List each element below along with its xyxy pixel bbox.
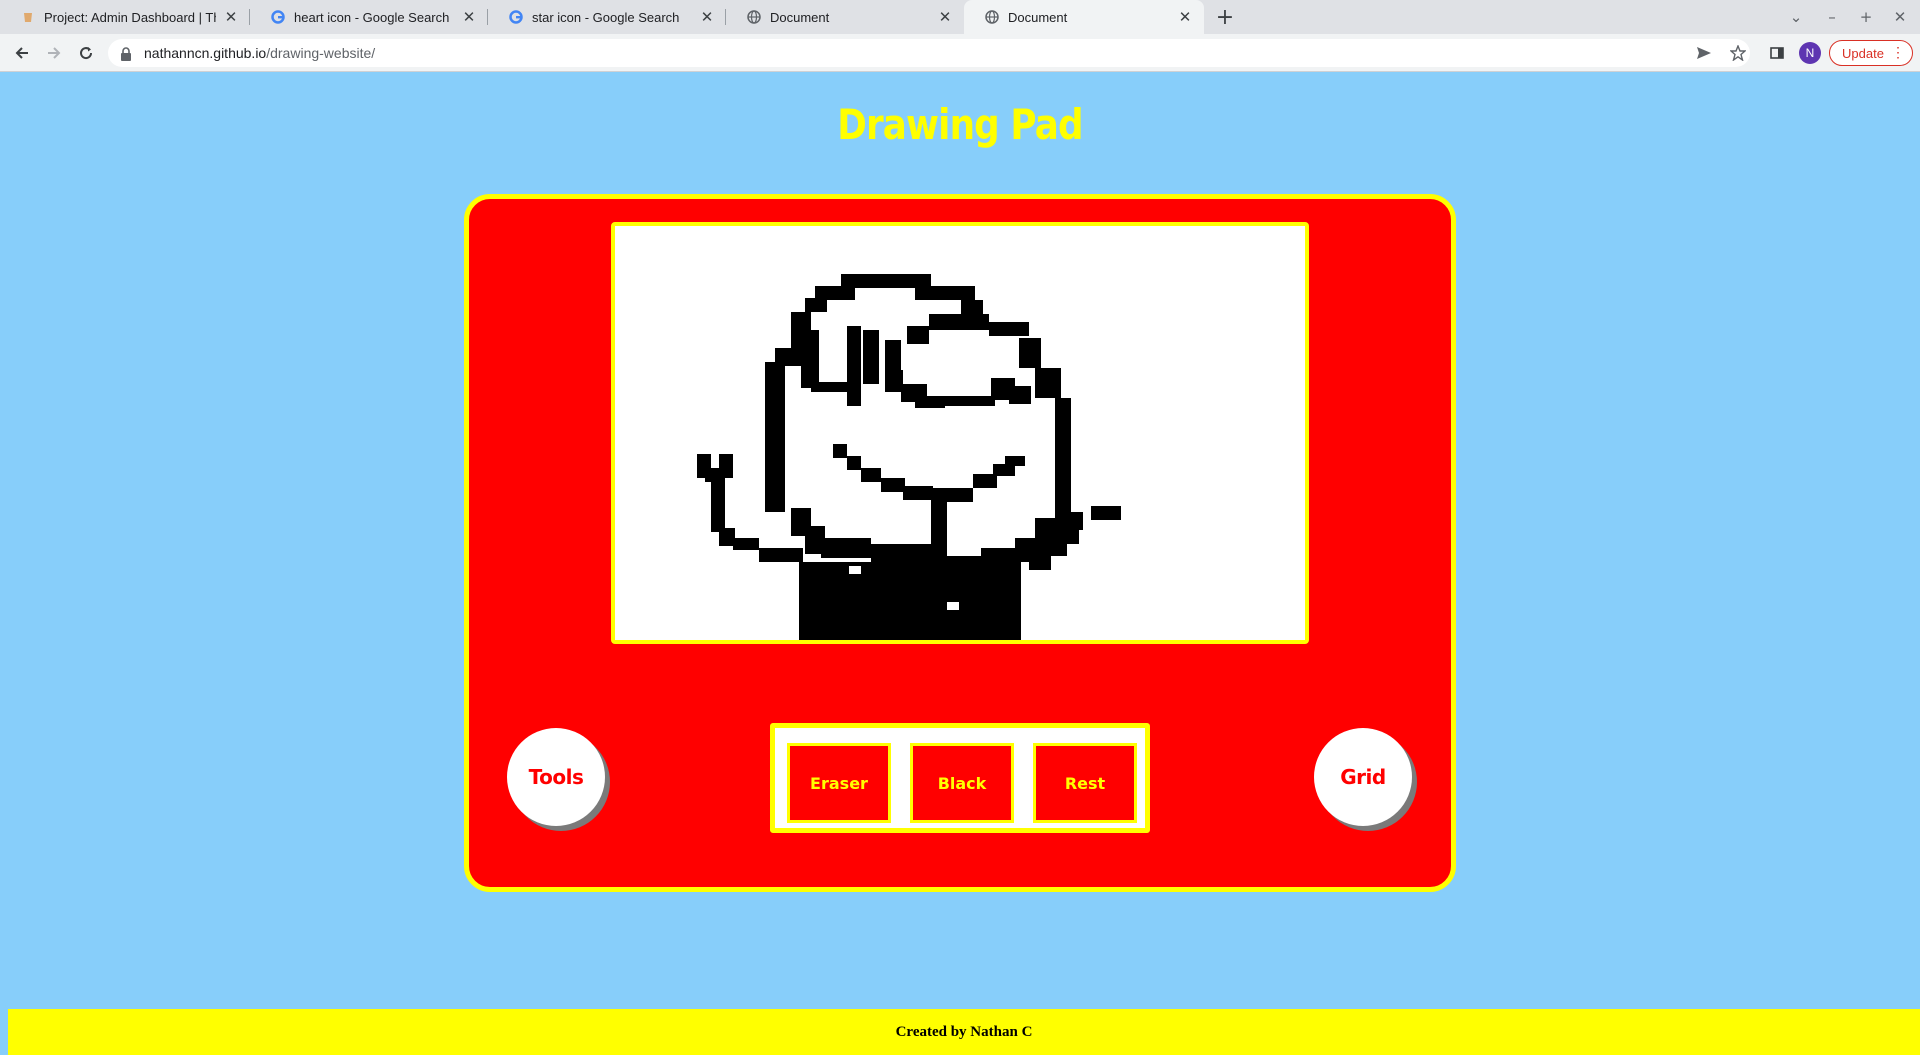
pixel-cell [915,286,975,300]
pixel-cell [765,362,785,512]
mode-button-panel: Eraser Black Rest [770,723,1150,833]
browser-toolbar: nathanncn.github.io/drawing-website/ [0,34,1920,72]
pixel-cell [841,274,931,288]
pixel-cell [915,396,945,408]
pixel-cell-blank [849,566,861,574]
tab-star-icon-search[interactable]: star icon - Google Search ✕ [488,0,726,34]
pixel-cell [719,454,733,478]
address-bar[interactable]: nathanncn.github.io/drawing-website/ [108,39,1750,67]
share-send-icon[interactable] [1692,41,1716,65]
pixel-cell [961,300,983,314]
pixel-cell [903,486,933,500]
pixel-cell [929,314,955,330]
maximize-icon[interactable]: + [1854,6,1878,28]
pixel-cell [871,544,931,564]
tab-document-active[interactable]: Document ✕ [964,0,1204,34]
lock-icon [120,46,134,61]
update-button[interactable]: Update ⋮ [1829,40,1913,66]
tools-button[interactable]: Tools [507,728,605,826]
odin-icon [20,9,36,25]
forward-arrow-icon[interactable] [42,41,66,65]
tab-heart-icon-search[interactable]: heart icon - Google Search ✕ [250,0,488,34]
drawing-canvas[interactable] [611,222,1309,644]
close-window-icon[interactable]: ✕ [1888,6,1912,28]
pixel-cell [861,468,881,482]
pixel-cell [1029,556,1051,570]
pixel-cell [759,548,803,562]
url-text: nathanncn.github.io/drawing-website/ [144,45,376,61]
globe-icon [984,9,1000,25]
pixel-cell [863,330,879,384]
pixel-cell [833,444,847,458]
side-panel-icon[interactable] [1765,41,1789,65]
close-icon[interactable]: ✕ [222,8,240,26]
pixel-cell [931,496,947,562]
tab-search-chevron-icon[interactable]: ⌄ [1784,6,1808,28]
close-icon[interactable]: ✕ [460,8,478,26]
grid-button[interactable]: Grid [1314,728,1412,826]
reload-icon[interactable] [74,41,98,65]
pixel-cell [973,474,997,488]
pixel-cell [1009,386,1031,404]
reset-button[interactable]: Rest [1033,743,1137,823]
pixel-cell [1059,526,1079,544]
globe-icon [746,9,762,25]
page-title: Drawing Pad [837,100,1083,149]
pixel-cell [801,330,819,388]
pixel-cell [989,322,1029,336]
close-icon[interactable]: ✕ [698,8,716,26]
pixel-cell [1045,542,1067,556]
pixel-cell [1019,338,1041,368]
footer: Created by Nathan C [8,1009,1920,1055]
pixel-cell [719,528,735,546]
close-icon[interactable]: ✕ [936,8,954,26]
eraser-button[interactable]: Eraser [787,743,891,823]
pixel-cell [799,562,1021,640]
pixel-cell [733,538,759,550]
profile-avatar[interactable]: N [1799,42,1821,64]
more-menu-icon[interactable]: ⋮ [1891,44,1905,61]
pixel-cell [955,314,989,330]
new-tab-plus-icon[interactable]: + [1213,5,1237,30]
back-arrow-icon[interactable] [10,41,34,65]
pixel-cell [821,538,871,558]
pixel-cell [945,396,995,406]
pixel-cell [1055,398,1071,528]
pixel-cell [815,286,855,300]
pixel-cell [881,478,905,492]
pixel-cell [847,456,861,470]
google-icon [508,9,524,25]
pixel-cell [847,326,861,406]
tab-strip: Project: Admin Dashboard | Th ✕ heart ic… [0,0,1920,34]
pixel-cell [1005,456,1025,466]
black-color-button[interactable]: Black [910,743,1014,823]
pixel-cell [885,340,901,370]
pixel-cell [805,298,827,312]
minimize-icon[interactable]: – [1820,6,1844,28]
tab-document[interactable]: Document ✕ [726,0,964,34]
pixel-cell [1035,368,1061,398]
google-icon [270,9,286,25]
pixel-cell [907,326,929,344]
pixel-drawing [697,274,1121,640]
tab-admin-dashboard[interactable]: Project: Admin Dashboard | Th ✕ [0,0,250,34]
pixel-cell [885,370,903,392]
bookmark-star-icon[interactable] [1726,41,1750,65]
close-icon[interactable]: ✕ [1176,8,1194,26]
pixel-cell [1091,506,1121,520]
pixel-cell-blank [947,602,959,610]
footer-credit: Created by Nathan C [895,1023,1033,1040]
pixel-cell [711,476,725,532]
